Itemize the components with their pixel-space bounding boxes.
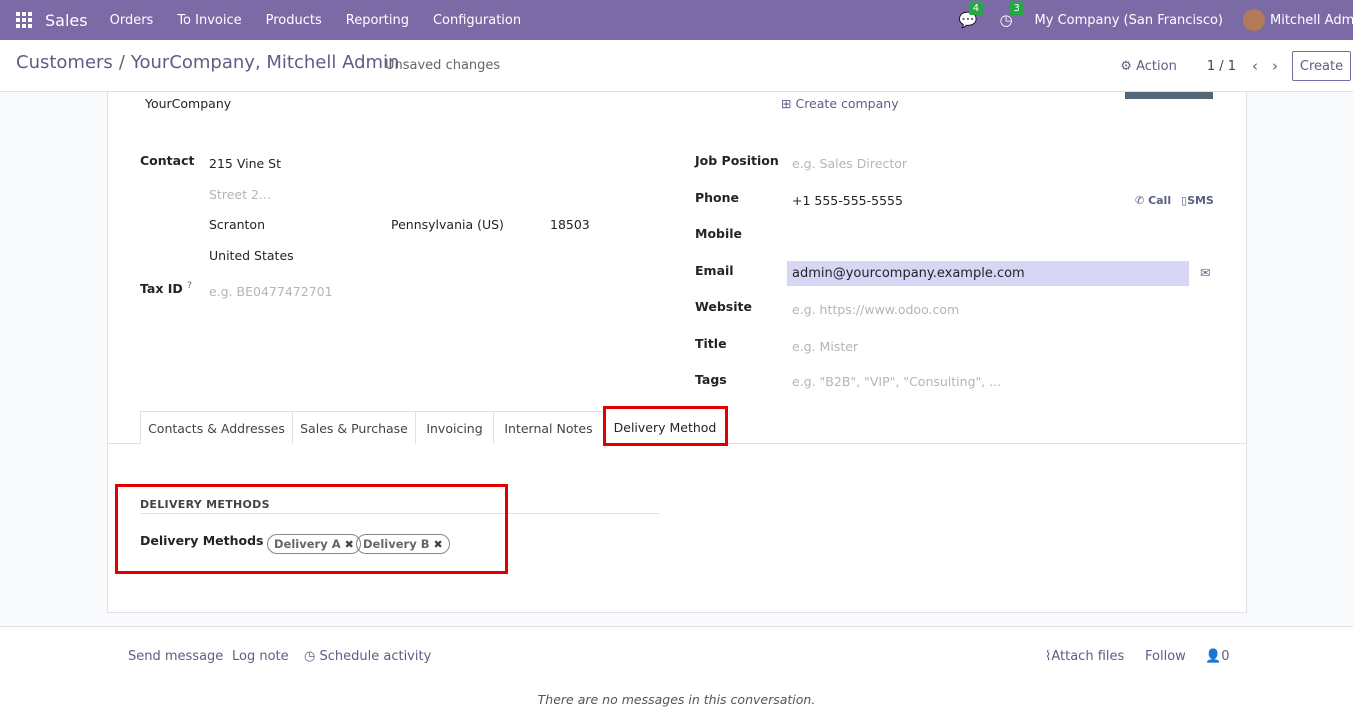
tax-id-field[interactable]: e.g. BE0477472701	[209, 284, 333, 299]
job-position-label: Job Position	[695, 153, 779, 168]
email-label: Email	[695, 263, 734, 278]
activities-button[interactable]: ◷ 3	[999, 2, 1024, 29]
menu-item-configuration[interactable]: Configuration	[433, 13, 521, 28]
messaging-button[interactable]: 💬 4	[959, 2, 984, 29]
email-value: admin@yourcompany.example.com	[792, 266, 1025, 281]
followers-count: 0	[1221, 649, 1230, 664]
user-avatar	[1243, 9, 1265, 31]
sms-button[interactable]: ▯SMS	[1181, 194, 1214, 207]
apps-grid-icon	[16, 12, 32, 28]
phone-label: Phone	[695, 190, 740, 205]
menu-item-reporting[interactable]: Reporting	[346, 13, 409, 28]
company-name-field[interactable]: YourCompany	[145, 96, 231, 111]
user-menu[interactable]: Mitchell Admin	[1243, 9, 1353, 31]
breadcrumb-customers[interactable]: Customers	[16, 52, 113, 73]
gear-icon: ⚙	[1120, 58, 1132, 74]
menu-item-orders[interactable]: Orders	[110, 13, 154, 28]
attach-files-label: Attach files	[1051, 649, 1125, 664]
title-label: Title	[695, 336, 727, 351]
tax-id-label-text: Tax ID	[140, 281, 183, 297]
country-field[interactable]: United States	[209, 248, 294, 263]
website-field[interactable]: e.g. https://www.odoo.com	[792, 302, 959, 317]
contact-photo[interactable]	[1125, 92, 1213, 99]
log-note-button[interactable]: Log note	[232, 649, 289, 664]
unsaved-changes-indicator: Unsaved changes	[385, 58, 501, 73]
phone-field[interactable]: +1 555-555-5555	[792, 193, 903, 208]
breadcrumb-current: YourCompany, Mitchell Admin	[130, 52, 400, 73]
street-field[interactable]: 215 Vine St	[209, 156, 281, 171]
plus-square-icon: ⊞	[781, 96, 792, 111]
pager-value[interactable]: 1 / 1	[1207, 59, 1236, 74]
clock-icon: ◷	[304, 649, 316, 664]
tab-internal-notes[interactable]: Internal Notes	[493, 411, 604, 444]
state-field[interactable]: Pennsylvania (US)	[391, 217, 504, 232]
attach-files-button[interactable]: ⌇Attach files	[1045, 649, 1124, 664]
send-email-icon[interactable]: ✉	[1200, 265, 1210, 280]
tab-highlight-box	[603, 406, 728, 446]
street2-field[interactable]: Street 2...	[209, 187, 271, 202]
follow-button[interactable]: Follow	[1145, 649, 1186, 664]
create-button[interactable]: Create	[1292, 51, 1351, 81]
company-switcher[interactable]: My Company (San Francisco)	[1035, 13, 1223, 28]
pager-previous-icon[interactable]: ‹	[1252, 57, 1258, 75]
call-button[interactable]: ✆ Call	[1135, 194, 1171, 207]
tags-field[interactable]: e.g. "B2B", "VIP", "Consulting", ...	[792, 374, 1001, 389]
tax-id-help-icon[interactable]: ?	[187, 281, 192, 291]
activities-badge: 3	[1009, 2, 1024, 15]
website-label: Website	[695, 299, 752, 314]
call-label: Call	[1148, 194, 1172, 207]
create-company-label: Create company	[795, 96, 899, 111]
app-name[interactable]: Sales	[45, 11, 88, 30]
schedule-activity-label: Schedule activity	[319, 649, 432, 664]
mobile-label: Mobile	[695, 226, 743, 241]
tax-id-label: Tax ID ?	[140, 281, 192, 296]
zip-field[interactable]: 18503	[550, 217, 590, 232]
tags-label: Tags	[695, 372, 727, 387]
job-position-field[interactable]: e.g. Sales Director	[792, 156, 907, 171]
user-icon: 👤	[1205, 649, 1222, 664]
control-panel: Customers / YourCompany, Mitchell Admin Un…	[0, 40, 1353, 92]
no-messages-text: There are no messages in this conversati…	[537, 692, 816, 707]
section-highlight-box	[115, 484, 508, 574]
main-menu: Orders To Invoice Products Reporting Con…	[110, 13, 546, 28]
apps-menu-button[interactable]	[0, 0, 48, 40]
top-navbar: Sales Orders To Invoice Products Reporti…	[0, 0, 1353, 40]
user-name: Mitchell Admin	[1270, 12, 1353, 28]
breadcrumb-separator: /	[118, 52, 125, 73]
tab-contacts-addresses[interactable]: Contacts & Addresses	[140, 411, 293, 444]
email-field[interactable]: admin@yourcompany.example.com	[787, 261, 1189, 286]
contact-label: Contact	[140, 153, 195, 168]
action-label: Action	[1136, 58, 1177, 74]
create-company-link[interactable]: ⊞ Create company	[781, 96, 899, 111]
pager-next-icon[interactable]: ›	[1272, 57, 1278, 75]
city-field[interactable]: Scranton	[209, 217, 265, 232]
followers-button[interactable]: 👤0	[1205, 649, 1229, 664]
breadcrumb: Customers / YourCompany, Mitchell Admin	[16, 52, 399, 73]
send-message-button[interactable]: Send message	[128, 649, 223, 664]
messages-badge: 4	[968, 2, 984, 15]
schedule-activity-button[interactable]: ◷ Schedule activity	[304, 649, 431, 664]
menu-item-products[interactable]: Products	[266, 13, 322, 28]
menu-item-to-invoice[interactable]: To Invoice	[177, 13, 241, 28]
action-menu-button[interactable]: ⚙ Action	[1120, 59, 1177, 74]
tab-sales-purchase[interactable]: Sales & Purchase	[292, 411, 416, 444]
tab-invoicing[interactable]: Invoicing	[415, 411, 494, 444]
sms-label: SMS	[1187, 194, 1214, 207]
title-field[interactable]: e.g. Mister	[792, 339, 858, 354]
phone-icon: ✆	[1135, 194, 1145, 207]
navbar-systray: 💬 4 ◷ 3 My Company (San Francisco) Mitch…	[959, 0, 1353, 40]
